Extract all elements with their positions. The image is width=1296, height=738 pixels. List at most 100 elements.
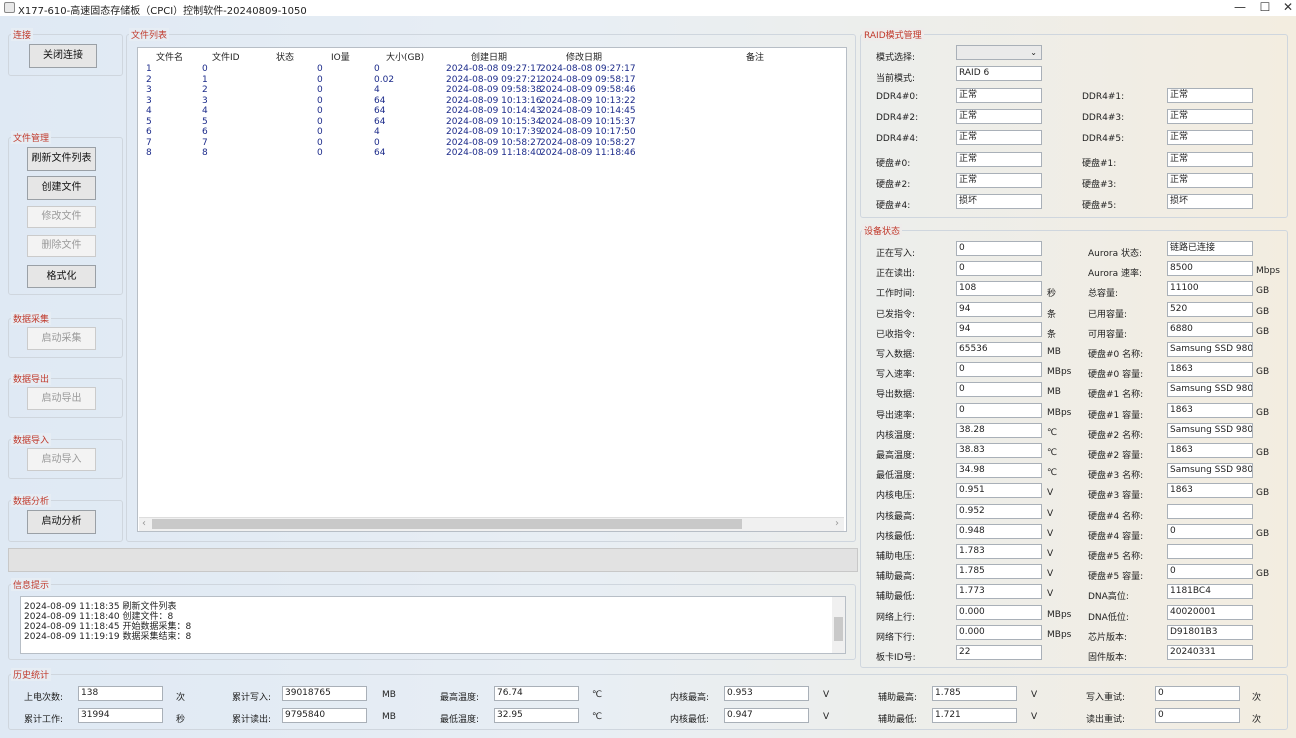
- column-header-created[interactable]: 创建日期: [471, 50, 507, 63]
- device-status-field[interactable]: 520: [1167, 301, 1253, 317]
- history-field[interactable]: 0: [1155, 708, 1240, 723]
- format-button[interactable]: 格式化: [27, 265, 96, 288]
- column-header-size[interactable]: 大小(GB): [386, 50, 424, 63]
- current-mode-field[interactable]: RAID 6: [956, 66, 1042, 81]
- table-cell[interactable]: 2024-08-08 09:27:17: [540, 64, 636, 74]
- device-status-field[interactable]: 6880: [1167, 321, 1253, 337]
- device-status-field[interactable]: 1.773: [956, 584, 1042, 600]
- device-status-field[interactable]: 94: [956, 321, 1042, 337]
- file-table[interactable]: 文件名 文件ID 状态 IO量 大小(GB) 创建日期 修改日期 备注 1000…: [137, 47, 847, 532]
- raid-status-field[interactable]: 损坏: [1167, 194, 1253, 209]
- device-status-field[interactable]: [1167, 544, 1253, 559]
- device-status-field[interactable]: 1.783: [956, 544, 1042, 559]
- table-cell[interactable]: 3: [146, 85, 152, 95]
- raid-status-field[interactable]: 正常: [1167, 172, 1253, 188]
- table-cell[interactable]: 8: [146, 148, 152, 158]
- column-header-remark[interactable]: 备注: [746, 50, 764, 63]
- device-status-field[interactable]: Samsung SSD 980: [1167, 463, 1253, 479]
- device-status-field[interactable]: 0: [956, 402, 1042, 418]
- device-status-field[interactable]: 38.83: [956, 443, 1042, 458]
- table-cell[interactable]: 2024-08-09 09:27:21: [446, 75, 542, 85]
- device-status-field[interactable]: 0.952: [956, 503, 1042, 519]
- device-status-field[interactable]: 108: [956, 281, 1042, 297]
- table-cell[interactable]: 0: [374, 138, 380, 148]
- table-cell[interactable]: 5: [146, 117, 152, 127]
- device-status-field[interactable]: [1167, 503, 1253, 519]
- device-status-field[interactable]: 40020001: [1167, 604, 1253, 620]
- table-cell[interactable]: 0: [317, 138, 323, 148]
- table-cell[interactable]: 2024-08-09 10:15:34: [446, 117, 542, 127]
- device-status-field[interactable]: 65536: [956, 342, 1042, 357]
- history-field[interactable]: 1.721: [932, 708, 1017, 723]
- raid-status-field[interactable]: 正常: [956, 88, 1042, 103]
- device-status-field[interactable]: 0: [956, 261, 1042, 277]
- table-cell[interactable]: 64: [374, 96, 385, 106]
- table-cell[interactable]: 1: [146, 64, 152, 74]
- history-field[interactable]: 76.74: [494, 686, 579, 701]
- table-cell[interactable]: 64: [374, 117, 385, 127]
- table-cell[interactable]: 0: [317, 148, 323, 158]
- table-cell[interactable]: 2024-08-09 10:14:45: [540, 106, 636, 116]
- device-status-field[interactable]: 11100: [1167, 281, 1253, 297]
- history-field[interactable]: 138: [78, 686, 163, 701]
- device-status-field[interactable]: D91801B3: [1167, 624, 1253, 640]
- table-cell[interactable]: 2024-08-09 11:18:40: [446, 148, 542, 158]
- device-status-field[interactable]: 0.948: [956, 523, 1042, 539]
- table-cell[interactable]: 5: [202, 117, 208, 127]
- table-cell[interactable]: 2024-08-09 10:15:37: [540, 117, 636, 127]
- device-status-field[interactable]: 20240331: [1167, 645, 1253, 660]
- raid-status-field[interactable]: 正常: [1167, 130, 1253, 146]
- history-field[interactable]: 32.95: [494, 708, 579, 723]
- table-cell[interactable]: 64: [374, 148, 385, 158]
- table-cell[interactable]: 0: [317, 75, 323, 85]
- history-field[interactable]: 31994: [78, 708, 163, 723]
- device-status-field[interactable]: 0.951: [956, 483, 1042, 499]
- create-file-button[interactable]: 创建文件: [27, 176, 96, 200]
- table-cell[interactable]: 6: [202, 127, 208, 137]
- table-cell[interactable]: 2024-08-09 10:14:43: [446, 106, 542, 116]
- table-cell[interactable]: 2024-08-09 10:13:16: [446, 96, 542, 106]
- raid-status-field[interactable]: 正常: [1167, 151, 1253, 167]
- device-status-field[interactable]: 0: [1167, 564, 1253, 580]
- table-cell[interactable]: 0.02: [374, 75, 394, 85]
- table-cell[interactable]: 2024-08-09 10:13:22: [540, 96, 636, 106]
- table-cell[interactable]: 0: [317, 106, 323, 116]
- column-header-file-name[interactable]: 文件名: [156, 50, 183, 63]
- table-cell[interactable]: 2024-08-08 09:27:17: [446, 64, 542, 74]
- table-cell[interactable]: 8: [202, 148, 208, 158]
- device-status-field[interactable]: 0.000: [956, 624, 1042, 640]
- horizontal-scroll-thumb[interactable]: [152, 519, 742, 529]
- device-status-field[interactable]: 38.28: [956, 422, 1042, 438]
- table-cell[interactable]: 2024-08-09 11:18:46: [540, 148, 636, 158]
- raid-status-field[interactable]: 损坏: [956, 194, 1042, 209]
- raid-mode-select[interactable]: ⌄: [956, 45, 1042, 60]
- table-cell[interactable]: 1: [202, 75, 208, 85]
- raid-status-field[interactable]: 正常: [956, 151, 1042, 167]
- history-field[interactable]: 0.947: [724, 708, 809, 723]
- column-header-file-id[interactable]: 文件ID: [212, 50, 240, 63]
- raid-status-field[interactable]: 正常: [1167, 88, 1253, 103]
- scroll-left-icon[interactable]: ‹: [142, 518, 146, 529]
- device-status-field[interactable]: 1863: [1167, 402, 1253, 418]
- table-cell[interactable]: 64: [374, 106, 385, 116]
- device-status-field[interactable]: 0: [956, 382, 1042, 398]
- table-cell[interactable]: 2024-08-09 10:17:39: [446, 127, 542, 137]
- start-export-button[interactable]: 启动导出: [27, 387, 96, 410]
- log-textarea[interactable]: 2024-08-09 11:18:35 刷新文件列表 2024-08-09 11…: [20, 596, 846, 654]
- device-status-field[interactable]: Samsung SSD 980: [1167, 382, 1253, 398]
- table-cell[interactable]: 0: [317, 127, 323, 137]
- device-status-field[interactable]: 0: [1167, 523, 1253, 539]
- table-cell[interactable]: 4: [146, 106, 152, 116]
- device-status-field[interactable]: 1863: [1167, 362, 1253, 378]
- table-cell[interactable]: 7: [202, 138, 208, 148]
- table-cell[interactable]: 0: [317, 64, 323, 74]
- raid-status-field[interactable]: 正常: [956, 130, 1042, 146]
- scroll-right-icon[interactable]: ›: [835, 518, 839, 529]
- device-status-field[interactable]: 0.000: [956, 604, 1042, 620]
- device-status-field[interactable]: 1181BC4: [1167, 584, 1253, 600]
- table-cell[interactable]: 0: [317, 117, 323, 127]
- history-field[interactable]: 0: [1155, 686, 1240, 701]
- raid-status-field[interactable]: 正常: [1167, 109, 1253, 125]
- device-status-field[interactable]: 1863: [1167, 443, 1253, 458]
- device-status-field[interactable]: 链路已连接: [1167, 241, 1253, 256]
